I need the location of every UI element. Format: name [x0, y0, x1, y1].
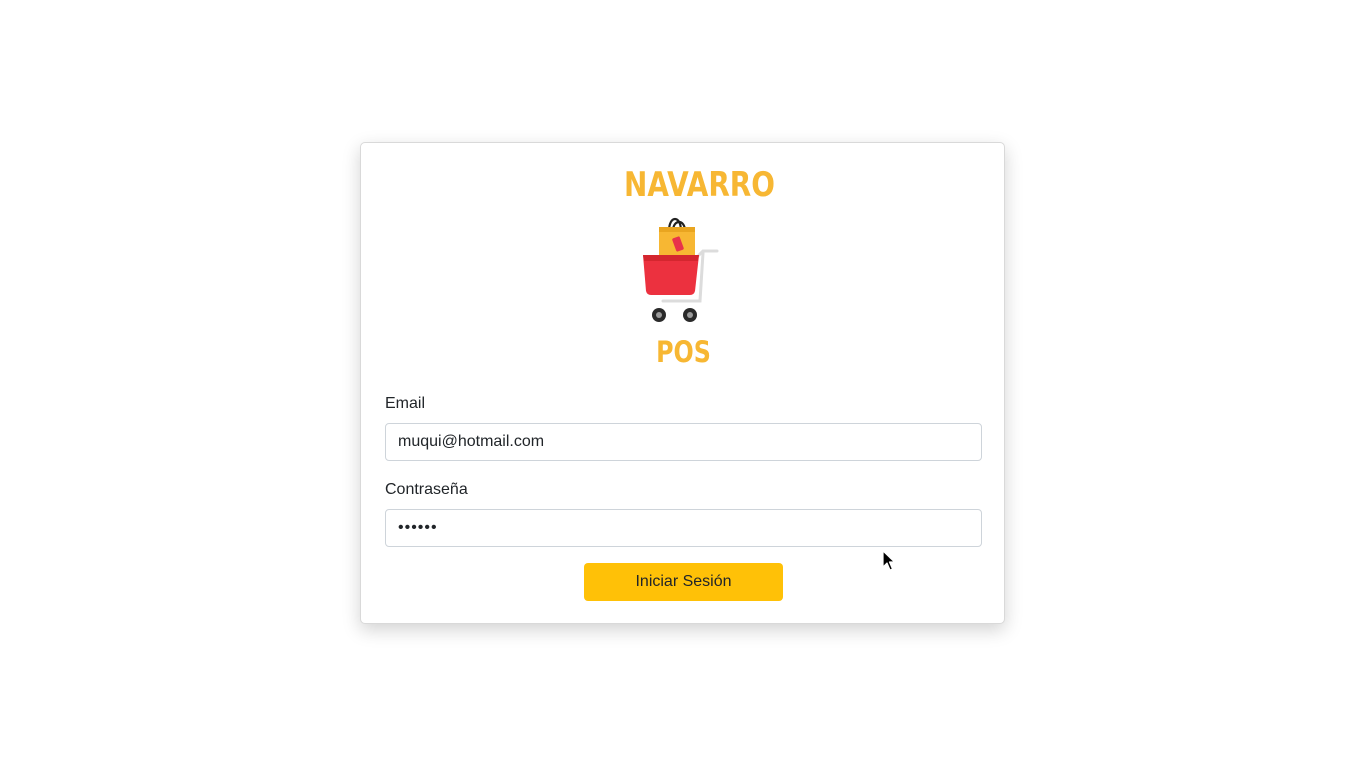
brand-logo: NAVARRO POS [611, 165, 775, 370]
brand-name-top: NAVARRO [624, 165, 775, 205]
login-button[interactable]: Iniciar Sesión [584, 563, 783, 601]
mouse-cursor-icon [882, 550, 896, 571]
brand-name-bottom: POS [656, 335, 711, 369]
email-label: Email [385, 395, 426, 412]
login-card: NAVARRO POS Email Contraseña Inicia [360, 142, 1005, 624]
email-field[interactable] [385, 423, 982, 461]
shopping-cart-bag-icon [643, 217, 719, 322]
password-field[interactable] [385, 509, 982, 547]
password-label: Contraseña [385, 481, 468, 498]
